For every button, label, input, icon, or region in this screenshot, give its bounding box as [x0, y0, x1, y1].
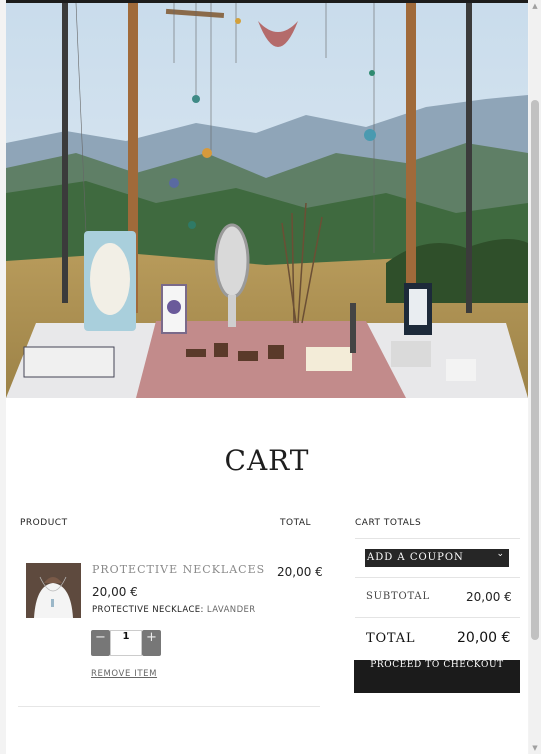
decrease-quantity-button[interactable]: −	[91, 630, 110, 656]
increase-quantity-button[interactable]: +	[142, 630, 161, 656]
chevron-down-icon: ⌄	[496, 549, 505, 559]
cart-totals-heading: CART TOTALS	[355, 518, 422, 528]
remove-item-link[interactable]: REMOVE ITEM	[91, 669, 157, 679]
column-header-product: PRODUCT	[20, 518, 68, 528]
page-title: CART	[224, 444, 310, 477]
scroll-down-icon[interactable]: ▼	[531, 744, 539, 752]
totals-divider	[355, 617, 520, 618]
product-variant: PROTECTIVE NECKLACE: LAVANDER	[92, 605, 256, 615]
page: CART PRODUCT TOTAL CART TOTALS PROTECTIV…	[6, 0, 528, 754]
row-divider	[18, 706, 320, 707]
quantity-stepper: − 1 +	[91, 630, 161, 656]
totals-divider	[355, 577, 520, 578]
add-coupon-label: ADD A COUPON	[367, 552, 464, 563]
variant-label: PROTECTIVE NECKLACE:	[92, 605, 204, 615]
market-stall-photo	[6, 3, 528, 398]
total-value: 20,00 €	[457, 630, 511, 646]
subtotal-value: 20,00 €	[466, 590, 512, 604]
totals-divider	[355, 538, 520, 539]
scroll-up-icon[interactable]: ▲	[531, 2, 539, 10]
hero-image	[6, 3, 528, 398]
subtotal-label: SUBTOTAL	[366, 591, 430, 602]
total-label: TOTAL	[366, 631, 416, 646]
quantity-input[interactable]: 1	[110, 630, 142, 656]
variant-value: LAVANDER	[206, 605, 256, 615]
product-thumbnail[interactable]	[26, 563, 81, 618]
column-header-total: TOTAL	[280, 518, 312, 528]
line-total: 20,00 €	[277, 565, 323, 579]
scrollbar-thumb[interactable]	[531, 100, 539, 640]
product-price: 20,00 €	[92, 585, 138, 599]
necklace-photo	[26, 563, 81, 618]
proceed-to-checkout-button[interactable]: PROCEED TO CHECKOUT	[354, 660, 520, 693]
add-coupon-toggle[interactable]: ADD A COUPON ⌄	[365, 549, 509, 567]
product-name-link[interactable]: PROTECTIVE NECKLACES	[92, 563, 265, 576]
